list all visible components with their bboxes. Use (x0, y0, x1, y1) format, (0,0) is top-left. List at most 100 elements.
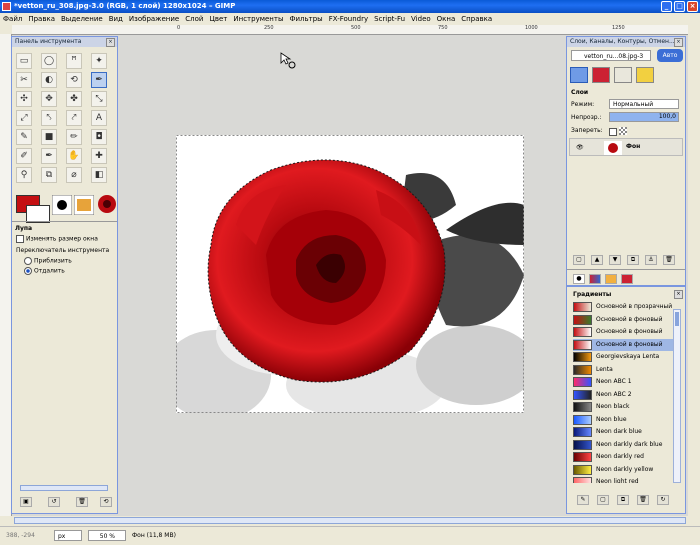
undo-tab[interactable] (636, 67, 654, 83)
anchor-layer-button[interactable]: ⚓ (645, 255, 657, 265)
tool-button-3[interactable]: ✦ (91, 53, 107, 69)
zoom-in-option[interactable]: Приблизить (24, 257, 72, 265)
image-select[interactable]: vetton_ru...08.jpg-3 (571, 50, 651, 61)
tool-button-26[interactable]: ⌀ (66, 167, 82, 183)
tool-button-11[interactable]: ⤡ (91, 91, 107, 107)
mode-select[interactable]: Нормальный (609, 99, 679, 109)
gradient-item[interactable]: Основной в фоновый (573, 338, 673, 351)
tool-button-16[interactable]: ✎ (16, 129, 32, 145)
layers-tab[interactable] (570, 67, 588, 83)
tool-button-22[interactable]: ✋ (66, 148, 82, 164)
gradient-tab[interactable] (589, 274, 601, 284)
zoom-in-radio[interactable] (24, 257, 32, 265)
gradient-list[interactable]: Основной в прозрачный Основной в фоновый О… (567, 301, 673, 483)
menu-item-0[interactable]: Файл (0, 13, 25, 25)
menu-item-5[interactable]: Слой (182, 13, 206, 25)
tool-button-17[interactable]: ■ (41, 129, 57, 145)
opacity-slider[interactable]: 100,0 (609, 112, 679, 122)
reset-options-button[interactable]: ⟲ (100, 497, 112, 507)
resize-window-option[interactable]: Изменять размер окна (16, 235, 98, 243)
tool-button-21[interactable]: ✒ (41, 148, 57, 164)
tool-button-15[interactable]: A (91, 110, 107, 126)
minimize-button[interactable]: _ (661, 1, 672, 12)
auto-button[interactable]: Авто (657, 49, 683, 62)
duplicate-gradient-button[interactable]: ⧉ (617, 495, 629, 505)
brush-indicator[interactable] (51, 194, 73, 216)
palettes-tab[interactable] (621, 274, 633, 284)
paths-tab[interactable] (614, 67, 632, 83)
tool-button-25[interactable]: ⧉ (41, 167, 57, 183)
tool-button-0[interactable]: ▭ (16, 53, 32, 69)
restore-options-button[interactable]: ↺ (48, 497, 60, 507)
tool-button-8[interactable]: ✣ (16, 91, 32, 107)
save-options-button[interactable]: ▣ (20, 497, 32, 507)
menu-item-7[interactable]: Инструменты (230, 13, 286, 25)
zoom-out-radio[interactable] (24, 267, 32, 275)
resize-window-checkbox[interactable] (16, 235, 24, 243)
maximize-button[interactable]: □ (674, 1, 685, 12)
gradient-item[interactable]: Neon ABC 2 (573, 389, 673, 401)
canvas-horizontal-scrollbar[interactable] (14, 517, 686, 524)
gradient-item[interactable]: Neon dark blue (573, 426, 673, 438)
tool-button-10[interactable]: ✤ (66, 91, 82, 107)
channels-tab[interactable] (592, 67, 610, 83)
gradient-item[interactable]: Neon blue (573, 414, 673, 426)
tool-button-4[interactable]: ✂ (16, 72, 32, 88)
toolbox-scrollbar[interactable] (20, 485, 108, 491)
new-layer-button[interactable]: ▢ (573, 255, 585, 265)
tool-button-24[interactable]: ⚲ (16, 167, 32, 183)
gradient-item[interactable]: Neon black (573, 401, 673, 413)
gradient-item[interactable]: Neon light red (573, 476, 673, 483)
gimp-app-icon[interactable] (2, 2, 11, 11)
menu-item-11[interactable]: Video (408, 13, 434, 25)
zoom-select[interactable]: 50 % (88, 530, 126, 541)
tool-button-23[interactable]: ✚ (91, 148, 107, 164)
lower-layer-button[interactable]: ▼ (609, 255, 621, 265)
tool-button-27[interactable]: ◧ (91, 167, 107, 183)
menu-item-9[interactable]: FX-Foundry (326, 13, 371, 25)
tool-button-14[interactable]: ⤤ (66, 110, 82, 126)
menu-item-1[interactable]: Правка (25, 13, 58, 25)
menu-item-13[interactable]: Справка (458, 13, 495, 25)
gradient-scrollbar[interactable] (673, 309, 681, 483)
pattern-indicator[interactable] (73, 194, 95, 216)
delete-options-button[interactable]: 🗑 (76, 497, 88, 507)
close-button[interactable]: × (687, 1, 698, 12)
tool-button-7[interactable]: ✒ (91, 72, 107, 88)
rose-image[interactable] (176, 135, 524, 413)
layer-row[interactable]: 👁 Фон (569, 138, 683, 156)
close-icon[interactable]: × (674, 290, 683, 299)
tool-button-20[interactable]: ✐ (16, 148, 32, 164)
tool-button-1[interactable]: ◯ (41, 53, 57, 69)
delete-layer-button[interactable]: 🗑 (663, 255, 675, 265)
lock-alpha-icon[interactable] (619, 127, 627, 135)
close-icon[interactable]: × (106, 38, 115, 47)
edit-gradient-button[interactable]: ✎ (577, 495, 589, 505)
tool-button-6[interactable]: ⟲ (66, 72, 82, 88)
patterns-tab[interactable] (605, 274, 617, 284)
lock-pixels-checkbox[interactable] (609, 128, 617, 136)
menu-item-6[interactable]: Цвет (206, 13, 230, 25)
new-gradient-button[interactable]: ▢ (597, 495, 609, 505)
tool-button-2[interactable]: ꟸ (66, 53, 82, 69)
horizontal-ruler[interactable]: 0 250 500 750 1000 1250 (12, 25, 688, 35)
gradient-item[interactable]: Neon ABC 1 (573, 376, 673, 388)
tool-button-12[interactable]: ⤢ (16, 110, 32, 126)
gradient-item[interactable]: Georgievskaya Lenta (573, 351, 673, 363)
tool-button-5[interactable]: ◐ (41, 72, 57, 88)
raise-layer-button[interactable]: ▲ (591, 255, 603, 265)
eye-icon[interactable]: 👁 (576, 144, 584, 151)
gradient-item[interactable]: Основной в прозрачный (573, 301, 673, 313)
gradient-item[interactable]: Основной в фоновый (573, 314, 673, 326)
tool-button-13[interactable]: ⤣ (41, 110, 57, 126)
duplicate-layer-button[interactable]: ⧉ (627, 255, 639, 265)
menu-item-12[interactable]: Окна (434, 13, 459, 25)
image-thumbnail[interactable] (96, 193, 118, 215)
close-icon[interactable]: × (674, 38, 683, 47)
unit-select[interactable]: px (54, 530, 82, 541)
menu-item-10[interactable]: Script-Fu (371, 13, 408, 25)
tool-button-9[interactable]: ✥ (41, 91, 57, 107)
gradient-item[interactable]: Neon darkly dark blue (573, 439, 673, 451)
menu-item-8[interactable]: Фильтры (286, 13, 325, 25)
refresh-gradients-button[interactable]: ↻ (657, 495, 669, 505)
